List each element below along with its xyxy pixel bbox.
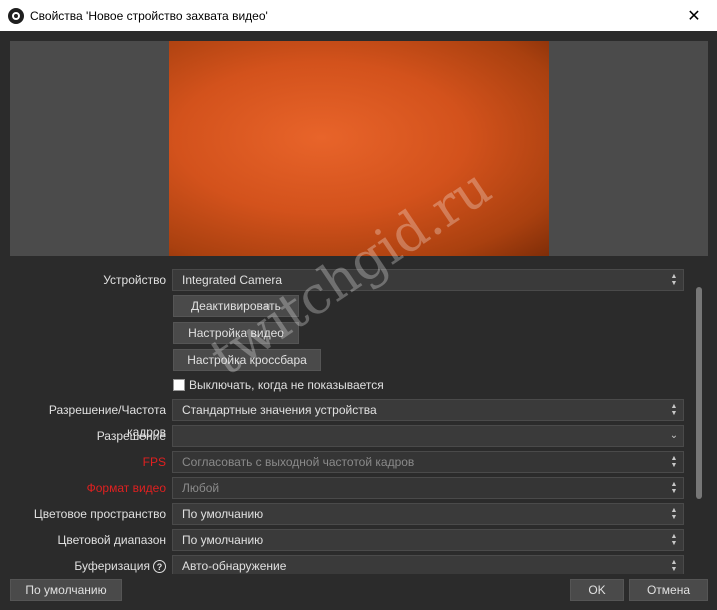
resolution-combobox[interactable]: ⌄ [172,425,684,447]
fps-select[interactable]: Согласовать с выходной частотой кадров ▲… [172,451,684,473]
hide-when-not-shown-label: Выключать, когда не показывается [189,378,384,392]
hide-when-not-shown-checkbox[interactable] [173,379,185,391]
color-space-value: По умолчанию [182,507,264,521]
close-icon[interactable]: ✕ [671,0,717,31]
resolution-fps-row: Разрешение/Частота кадров Стандартные зн… [10,399,690,439]
resolution-row: Разрешение ⌄ [10,425,690,447]
defaults-button[interactable]: По умолчанию [10,579,122,601]
buffering-row: Буферизация? Авто-обнаружение ▲ ▼ [10,555,690,574]
cancel-button[interactable]: Отмена [629,579,708,601]
obs-logo-icon [8,7,24,24]
color-range-label: Цветовой диапазон [57,533,166,547]
color-range-value: По умолчанию [182,533,264,547]
ok-button[interactable]: OK [570,579,624,601]
color-space-row: Цветовое пространство По умолчанию ▲ ▼ [10,503,690,525]
color-space-label: Цветовое пространство [33,507,166,521]
color-range-row: Цветовой диапазон По умолчанию ▲ ▼ [10,529,690,551]
buffering-label: Буферизация [74,559,150,573]
deactivate-button[interactable]: Деактивировать [173,295,299,317]
crossbar-settings-button[interactable]: Настройка кроссбара [173,349,321,371]
resolution-fps-select[interactable]: Стандартные значения устройства ▲ ▼ [172,399,684,421]
properties-panel: Устройство Integrated Camera ▲ ▼ Деактиви… [10,262,708,574]
color-space-select[interactable]: По умолчанию ▲ ▼ [172,503,684,525]
resolution-label: Разрешение [96,429,166,443]
spinner-icon: ▲ ▼ [670,455,678,469]
device-select[interactable]: Integrated Camera ▲ ▼ [172,269,684,291]
help-icon[interactable]: ? [153,560,166,574]
chevron-down-icon: ⌄ [669,430,679,441]
resolution-fps-label: Разрешение/Частота кадров [48,403,166,439]
spinner-icon: ▲ ▼ [670,533,678,547]
buffering-value: Авто-обнаружение [182,559,287,573]
buffering-select[interactable]: Авто-обнаружение ▲ ▼ [172,555,684,574]
resolution-fps-value: Стандартные значения устройства [182,403,377,417]
spinner-icon: ▲ ▼ [670,273,678,287]
video-format-select[interactable]: Любой ▲ ▼ [172,477,684,499]
window-title: Свойства 'Новое стройство захвата видео' [30,8,268,23]
spinner-icon: ▲ ▼ [670,559,678,573]
buffering-label-wrap: Буферизация? [10,555,166,574]
spinner-icon: ▲ ▼ [670,507,678,521]
video-settings-button[interactable]: Настройка видео [173,322,299,344]
fps-label: FPS [142,455,166,469]
fps-value: Согласовать с выходной частотой кадров [182,455,415,469]
video-format-label: Формат видео [86,481,166,495]
video-format-value: Любой [182,481,220,495]
device-value: Integrated Camera [182,273,283,287]
video-preview [10,41,708,256]
properties-scrollbar[interactable] [694,263,704,573]
device-row: Устройство Integrated Camera ▲ ▼ [10,269,690,291]
spinner-icon: ▲ ▼ [670,403,678,417]
scrollbar-thumb[interactable] [696,287,702,499]
device-label: Устройство [103,273,166,287]
color-range-select[interactable]: По умолчанию ▲ ▼ [172,529,684,551]
title-bar: Свойства 'Новое стройство захвата видео'… [0,0,717,31]
spinner-icon: ▲ ▼ [670,481,678,495]
fps-row: FPS Согласовать с выходной частотой кадр… [10,451,690,473]
camera-frame [169,41,549,256]
video-format-row: Формат видео Любой ▲ ▼ [10,477,690,499]
